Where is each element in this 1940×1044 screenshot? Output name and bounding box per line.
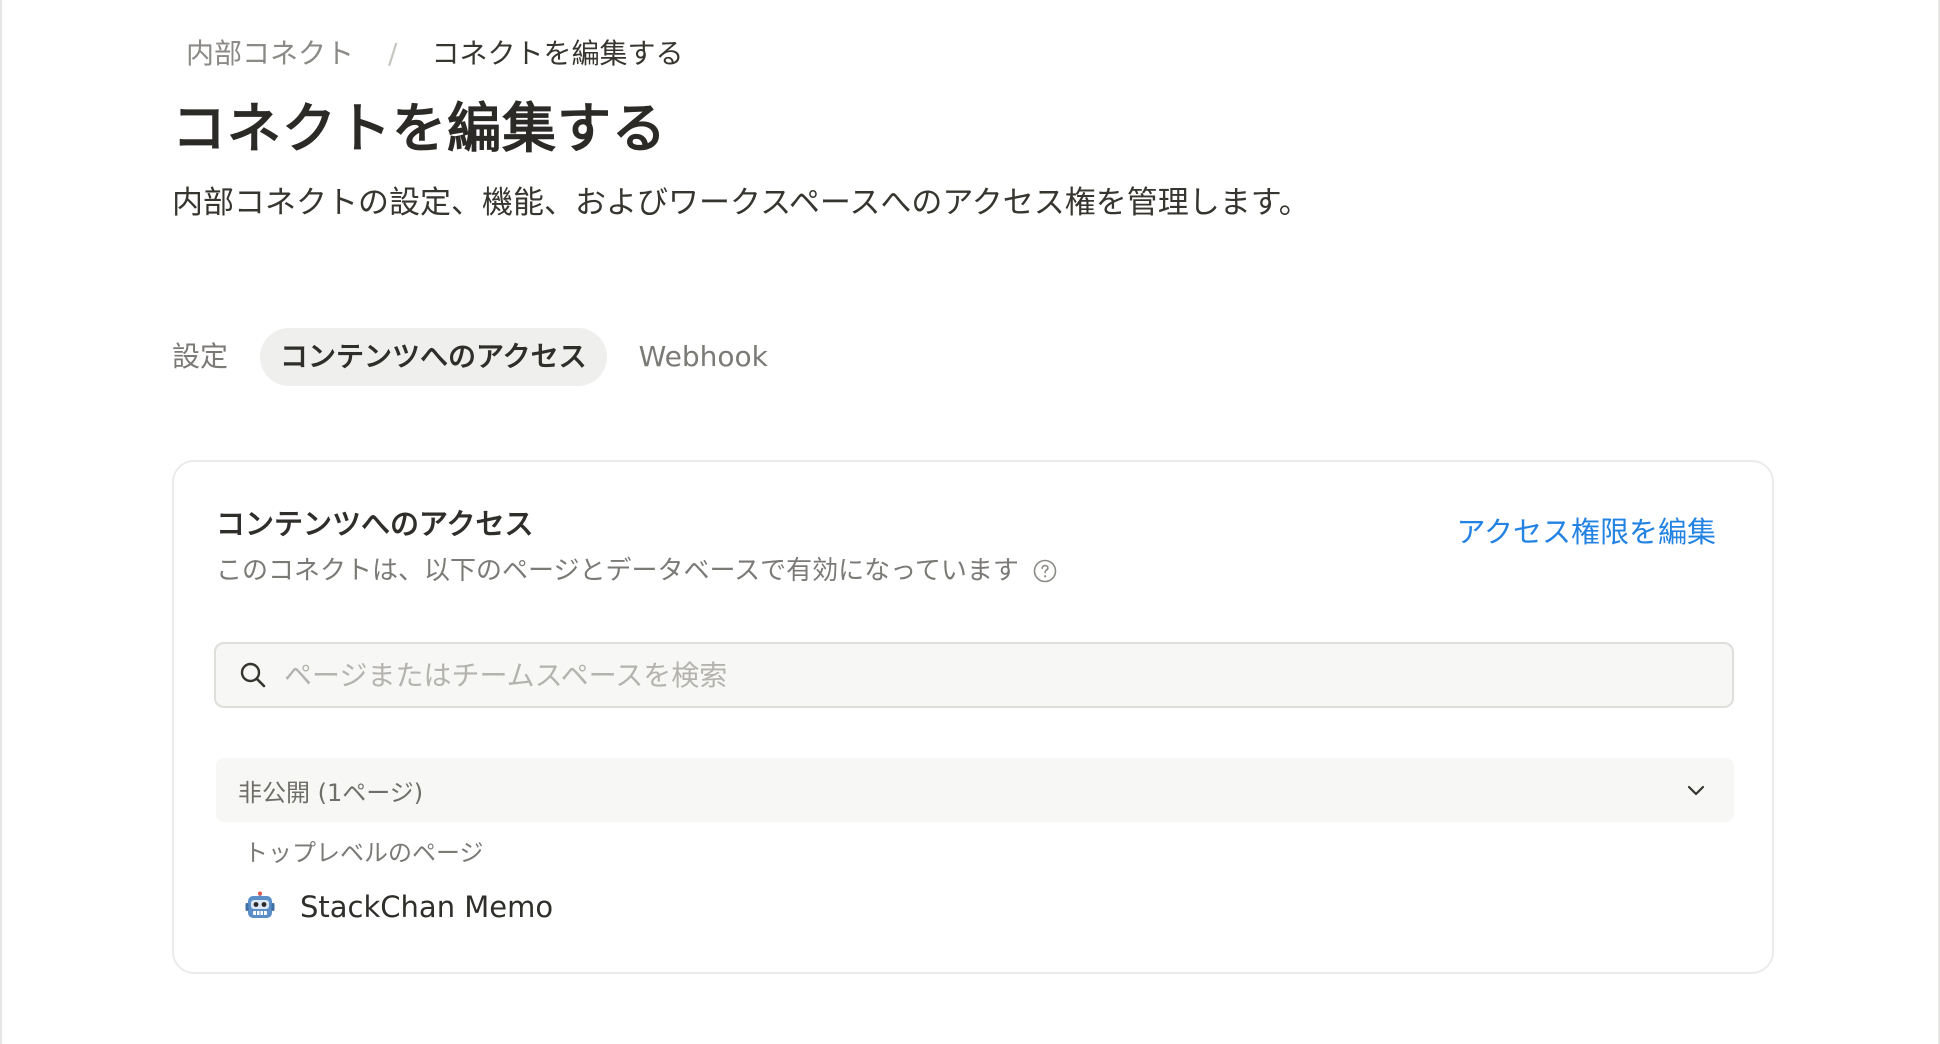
- edit-connection-page: 内部コネクト / コネクトを編集する コネクトを編集する 内部コネクトの設定、機…: [0, 0, 1940, 1044]
- private-group-label: 非公開 (1ページ): [238, 778, 424, 807]
- robot-icon: [245, 891, 275, 918]
- page-title: コネクトを編集する: [172, 97, 667, 160]
- chevron-down-icon: [1687, 785, 1705, 796]
- content-access-card: コンテンツへのアクセス このコネクトは、以下のページとデータベースで有効になって…: [172, 460, 1774, 974]
- tab-content-access[interactable]: コンテンツへのアクセス: [260, 328, 607, 386]
- page-item-stackchan-memo[interactable]: StackChan Memo: [244, 882, 553, 932]
- search-box: [214, 642, 1734, 708]
- card-subtitle-text: このコネクトは、以下のページとデータベースで有効になっています: [216, 556, 1019, 586]
- card-title: コンテンツへのアクセス: [216, 507, 534, 541]
- page-item-label: StackChan Memo: [300, 890, 554, 924]
- card-subtitle: このコネクトは、以下のページとデータベースで有効になっています: [216, 552, 1057, 590]
- breadcrumb-parent-link[interactable]: 内部コネクト: [186, 36, 354, 72]
- tab-bar: 設定 コンテンツへのアクセス Webhook: [172, 328, 788, 386]
- top-level-pages-label: トップレベルのページ: [244, 839, 484, 867]
- page-description: 内部コネクトの設定、機能、およびワークスペースへのアクセス権を管理します。: [172, 185, 1310, 221]
- help-icon[interactable]: [1033, 559, 1057, 583]
- search-input[interactable]: [282, 643, 1732, 707]
- tab-webhook[interactable]: Webhook: [619, 328, 788, 386]
- edit-access-permissions-link[interactable]: アクセス権限を編集: [1456, 512, 1716, 552]
- breadcrumb-current: コネクトを編集する: [431, 37, 684, 70]
- search-icon: [240, 662, 266, 688]
- tab-settings[interactable]: 設定: [172, 328, 248, 386]
- breadcrumb-separator: /: [388, 37, 398, 70]
- breadcrumb: 内部コネクト / コネクトを編集する: [186, 36, 683, 72]
- private-group-header[interactable]: 非公開 (1ページ): [216, 758, 1734, 822]
